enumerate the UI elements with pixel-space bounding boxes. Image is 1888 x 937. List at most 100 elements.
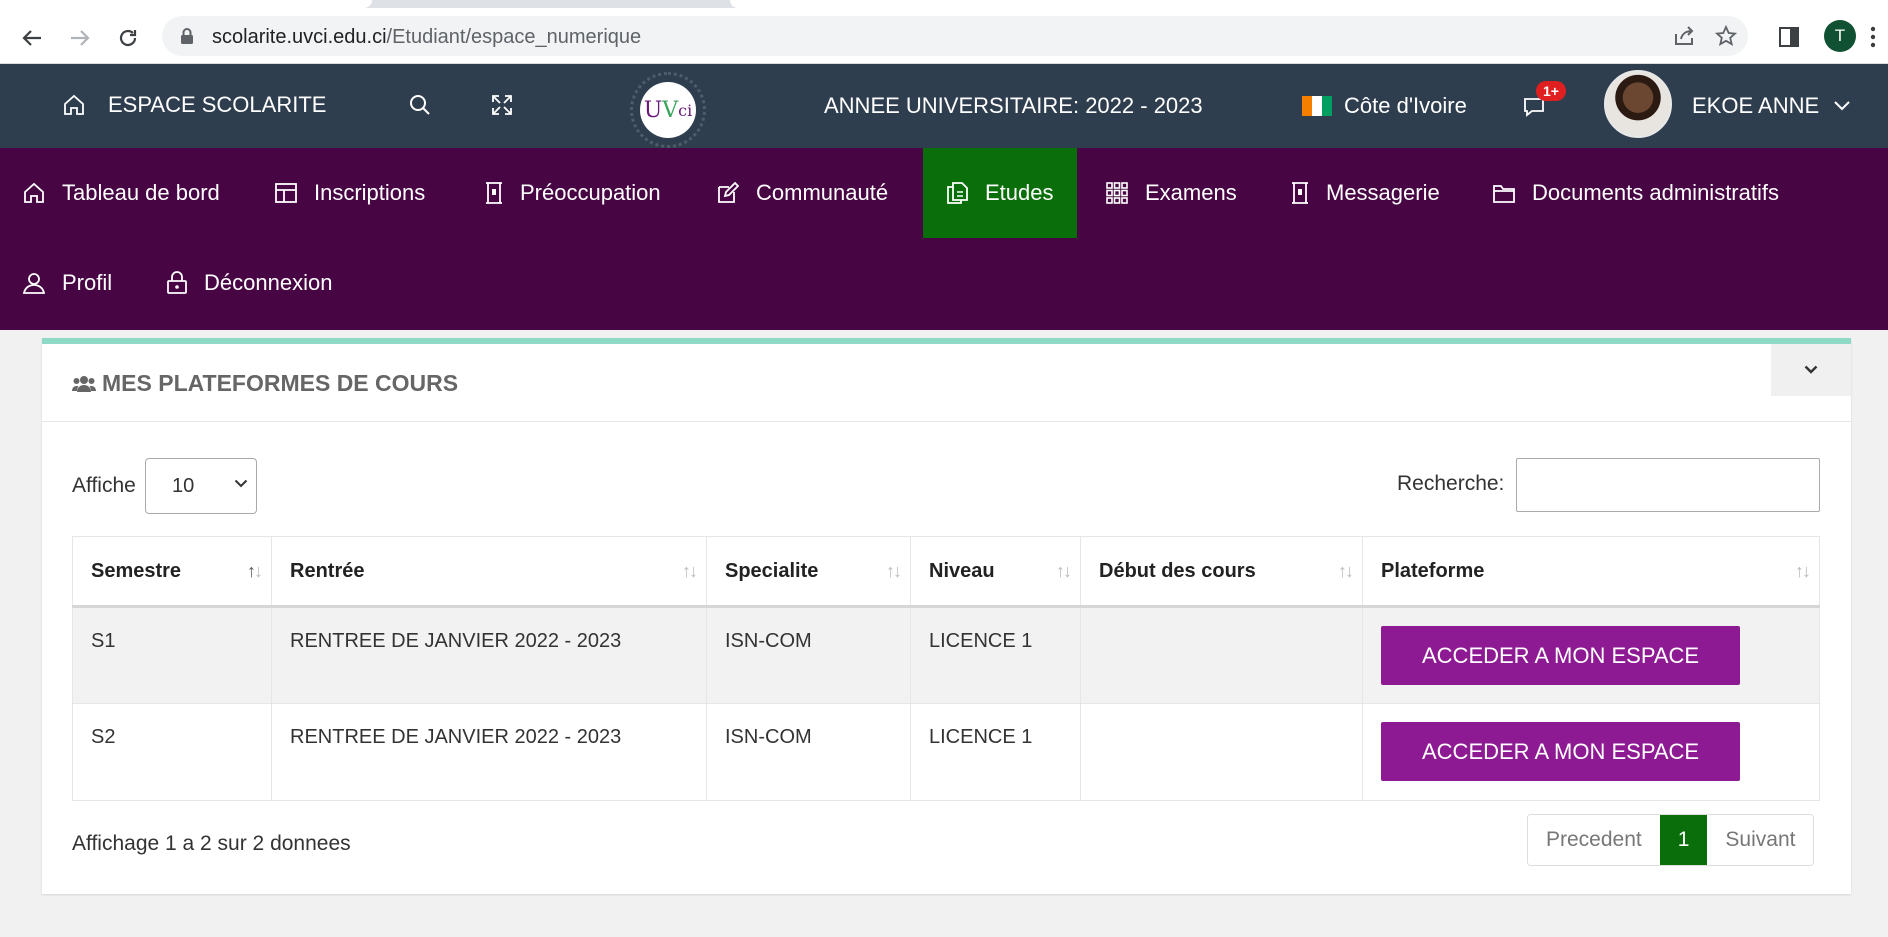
nav-item-tableau-de-bord[interactable]: Tableau de bord — [22, 148, 220, 238]
cell-specialite: ISN-COM — [706, 703, 911, 801]
nav-item-examens[interactable]: Examens — [1105, 148, 1237, 238]
sort-icon: ↑↓ — [247, 561, 263, 581]
cell-plateforme: ACCEDER A MON ESPACE — [1362, 606, 1820, 704]
browser-toolbar: scolarite.uvci.edu.ci/Etudiant/espace_nu… — [0, 8, 1888, 64]
cell-niveau: LICENCE 1 — [910, 606, 1081, 704]
share-icon[interactable] — [1672, 25, 1696, 47]
main-navigation: Tableau de bord Inscriptions Préoccupati… — [0, 148, 1888, 330]
app-header: ESPACE SCOLARITE U Vci ANNEE UNIVERSITAIR… — [0, 64, 1888, 148]
pagination: Precedent 1 Suivant — [1527, 814, 1815, 866]
nav-item-messagerie[interactable]: Messagerie — [1290, 148, 1440, 238]
chevron-down-icon — [1804, 365, 1818, 374]
browser-tab-strip — [0, 0, 1888, 8]
search-input[interactable] — [1516, 458, 1820, 512]
table-row: S2 RENTREE DE JANVIER 2022 - 2023 ISN-CO… — [72, 703, 1820, 801]
page-1-button[interactable]: 1 — [1659, 815, 1708, 865]
nav-item-etudes[interactable]: Etudes — [923, 148, 1077, 238]
app-title: ESPACE SCOLARITE — [108, 92, 327, 117]
building-icon — [486, 182, 502, 204]
search-label: Recherche: — [1397, 472, 1505, 495]
address-bar[interactable]: scolarite.uvci.edu.ci/Etudiant/espace_nu… — [162, 16, 1748, 56]
address-text: scolarite.uvci.edu.ci/Etudiant/espace_nu… — [212, 26, 642, 48]
nav-item-preoccupation[interactable]: Préoccupation — [484, 148, 661, 238]
cell-semestre: S2 — [72, 703, 272, 801]
access-space-button[interactable]: ACCEDER A MON ESPACE — [1381, 626, 1741, 685]
card-header: MES PLATEFORMES DE COURS — [42, 344, 1851, 422]
browser-tab[interactable] — [0, 0, 372, 8]
back-button[interactable] — [18, 24, 46, 52]
layout-icon — [275, 183, 297, 203]
star-icon[interactable] — [1715, 25, 1737, 47]
sort-icon: ↑↓ — [1056, 561, 1072, 581]
reload-button[interactable] — [114, 24, 142, 52]
flag-icon — [1302, 96, 1332, 116]
nav-item-inscriptions[interactable]: Inscriptions — [274, 148, 425, 238]
card-title: MES PLATEFORMES DE COURS — [72, 370, 458, 397]
side-panel-icon[interactable] — [1778, 26, 1800, 48]
cell-specialite: ISN-COM — [706, 606, 911, 704]
home-link[interactable]: ESPACE SCOLARITE — [62, 92, 326, 118]
browser-profile-avatar[interactable]: T — [1824, 20, 1856, 52]
next-page-button[interactable]: Suivant — [1707, 815, 1814, 865]
users-icon — [72, 375, 96, 392]
browser-tab[interactable] — [730, 0, 1888, 8]
nav-item-communaute[interactable]: Communauté — [716, 148, 888, 238]
search-icon[interactable] — [408, 93, 432, 117]
academic-year: ANNEE UNIVERSITAIRE: 2022 - 2023 — [824, 93, 1203, 118]
home-icon — [24, 182, 44, 203]
length-label: Affiche — [72, 474, 136, 497]
reload-icon — [119, 29, 137, 47]
nav-item-deconnexion[interactable]: Déconnexion — [166, 238, 332, 328]
cell-niveau: LICENCE 1 — [910, 703, 1081, 801]
more-vert-icon[interactable] — [1870, 26, 1876, 48]
cell-debut-des-cours — [1080, 703, 1363, 801]
fullscreen-icon[interactable] — [490, 93, 514, 117]
country-selector[interactable]: Côte d'Ivoire — [1302, 93, 1467, 119]
forward-button[interactable] — [66, 24, 94, 52]
nav-item-documents-administratifs[interactable]: Documents administratifs — [1492, 148, 1779, 238]
grid-icon — [1106, 182, 1128, 204]
notification-badge: 1+ — [1536, 81, 1566, 101]
home-icon — [64, 94, 84, 115]
lock-icon — [167, 271, 187, 294]
user-icon — [22, 273, 46, 294]
collapse-button[interactable] — [1771, 344, 1851, 396]
documents-icon — [947, 182, 968, 204]
course-platforms-card: MES PLATEFORMES DE COURS Affiche 10 Rech… — [42, 338, 1851, 894]
building-icon — [1292, 182, 1308, 204]
cell-rentree: RENTREE DE JANVIER 2022 - 2023 — [271, 703, 707, 801]
column-header-specialite[interactable]: Specialite ↑↓ — [706, 536, 911, 608]
table-row: S1 RENTREE DE JANVIER 2022 - 2023 ISN-CO… — [72, 606, 1820, 704]
sort-icon: ↑↓ — [1795, 561, 1811, 581]
sort-icon: ↑↓ — [682, 561, 698, 581]
avatar[interactable] — [1604, 70, 1672, 138]
user-name: EKOE ANNE — [1692, 93, 1820, 118]
cell-semestre: S1 — [72, 606, 272, 704]
cell-debut-des-cours — [1080, 606, 1363, 704]
course-platforms-table: Semestre ↑↓ Rentrée ↑↓ Specialite ↑↓ Niveau… — [72, 536, 1820, 801]
user-menu[interactable]: EKOE ANNE — [1692, 93, 1851, 119]
cell-plateforme: ACCEDER A MON ESPACE — [1362, 703, 1820, 801]
access-space-button[interactable]: ACCEDER A MON ESPACE — [1381, 722, 1741, 781]
table-info: Affichage 1 a 2 sur 2 donnees — [72, 832, 351, 855]
column-header-semestre[interactable]: Semestre ↑↓ — [72, 536, 272, 608]
sort-icon: ↑↓ — [1338, 561, 1354, 581]
lock-icon — [181, 28, 193, 44]
arrow-left-icon — [22, 30, 41, 46]
previous-page-button[interactable]: Precedent — [1528, 815, 1660, 865]
chevron-down-icon — [1834, 101, 1850, 111]
arrow-right-icon — [71, 30, 90, 46]
nav-item-profil[interactable]: Profil — [22, 238, 112, 328]
page-length-select[interactable]: 10 — [145, 458, 257, 514]
column-header-niveau[interactable]: Niveau ↑↓ — [910, 536, 1081, 608]
folder-icon — [1493, 185, 1515, 203]
uvci-logo: U Vci — [630, 72, 706, 148]
column-header-plateforme[interactable]: Plateforme ↑↓ — [1362, 536, 1820, 608]
edit-icon — [718, 181, 740, 203]
sort-icon: ↑↓ — [886, 561, 902, 581]
chevron-down-icon — [234, 479, 248, 488]
table-header-row: Semestre ↑↓ Rentrée ↑↓ Specialite ↑↓ Niveau… — [72, 536, 1820, 608]
column-header-debut-des-cours[interactable]: Début des cours ↑↓ — [1080, 536, 1363, 608]
cell-rentree: RENTREE DE JANVIER 2022 - 2023 — [271, 606, 707, 704]
column-header-rentree[interactable]: Rentrée ↑↓ — [271, 536, 707, 608]
